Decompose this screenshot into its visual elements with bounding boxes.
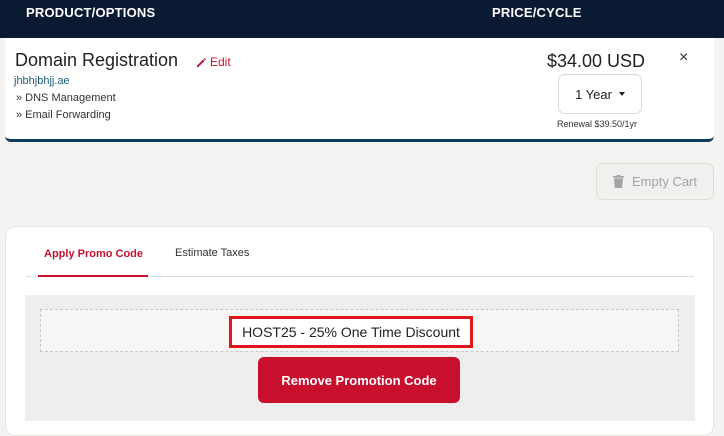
tab-apply-promo-code[interactable]: Apply Promo Code	[38, 247, 148, 277]
remove-item-icon[interactable]: ×	[679, 49, 688, 67]
billing-cycle-value: 1 Year	[575, 86, 612, 102]
caret-down-icon	[618, 92, 625, 96]
applied-promo-code-text: HOST25 - 25% One Time Discount	[242, 324, 460, 340]
tab-estimate-taxes-label: Estimate Taxes	[175, 247, 250, 259]
active-tab-indicator	[38, 275, 148, 277]
edit-label: Edit	[210, 55, 231, 69]
addon-email-forwarding: » Email Forwarding	[16, 109, 111, 121]
promo-code-section: HOST25 - 25% One Time Discount Remove Pr…	[25, 295, 695, 421]
promo-tax-panel: Apply Promo Code Estimate Taxes HOST25 -…	[5, 226, 714, 436]
applied-promo-code: HOST25 - 25% One Time Discount	[229, 316, 473, 348]
renewal-price: Renewal $39.50/1yr	[557, 119, 638, 129]
item-price: $34.00 USD	[547, 51, 646, 71]
price-cycle-column-header: PRICE/CYCLE	[492, 5, 582, 20]
edit-link[interactable]: Edit	[196, 55, 231, 69]
pencil-icon	[196, 57, 207, 67]
remove-promotion-code-button[interactable]: Remove Promotion Code	[258, 357, 460, 403]
empty-cart-label: Empty Cart	[631, 174, 697, 189]
trash-icon	[612, 175, 624, 188]
applied-promo-code-box: HOST25 - 25% One Time Discount	[40, 309, 679, 352]
billing-cycle-select[interactable]: 1 Year	[558, 74, 642, 114]
promo-tabs: Apply Promo Code Estimate Taxes	[26, 247, 694, 277]
addon-dns-management: » DNS Management	[16, 92, 116, 104]
product-options-column-header: PRODUCT/OPTIONS	[26, 5, 156, 20]
cart-item-row: Domain Registration Edit jhbhjbhjj.ae » …	[5, 38, 714, 142]
tab-apply-promo-code-label: Apply Promo Code	[44, 248, 144, 260]
tab-estimate-taxes[interactable]: Estimate Taxes	[175, 247, 249, 276]
cart-table-header: PRODUCT/OPTIONS PRICE/CYCLE	[0, 0, 724, 38]
product-name: Domain Registration	[15, 50, 179, 70]
domain-name: jhbhjbhjj.ae	[14, 75, 70, 87]
empty-cart-button[interactable]: Empty Cart	[596, 163, 714, 200]
